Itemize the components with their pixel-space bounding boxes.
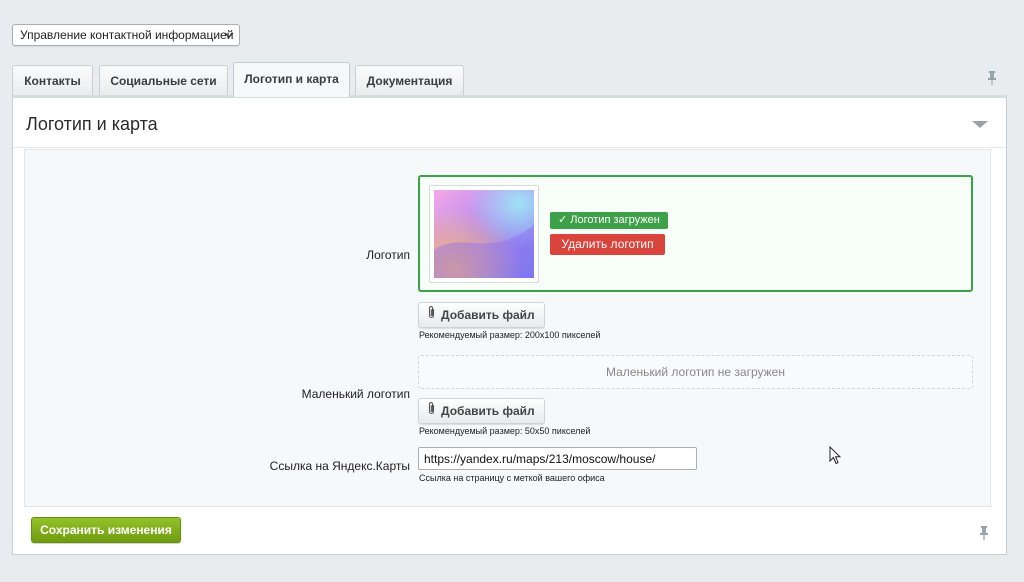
save-changes-button[interactable]: Сохранить изменения	[31, 517, 181, 543]
contact-info-select-value: Управление контактной информацией	[20, 28, 234, 42]
small-logo-empty-box: Маленький логотип не загружен	[418, 355, 973, 389]
pin-icon[interactable]	[979, 526, 989, 540]
tab-logo-map-label: Логотип и карта	[244, 72, 339, 86]
tab-social-label: Социальные сети	[110, 74, 217, 88]
logo-preview-box: ✓ Логотип загружен Удалить логотип	[418, 175, 973, 292]
mouse-cursor-icon	[829, 445, 842, 470]
logo-map-panel: Логотип и карта Логотип ✓ Логотип загруж…	[12, 95, 1007, 555]
add-logo-file-label: Добавить файл	[441, 308, 535, 322]
contact-info-select[interactable]: Управление контактной информацией	[12, 24, 240, 46]
delete-logo-button[interactable]: Удалить логотип	[550, 234, 665, 255]
map-link-label: Ссылка на Яндекс.Карты	[269, 459, 410, 473]
tab-documentation[interactable]: Документация	[355, 65, 464, 96]
small-logo-label: Маленький логотип	[301, 387, 410, 401]
logo-label: Логотип	[366, 248, 410, 262]
logo-size-hint: Рекомендуемый размер: 200x100 пикселей	[419, 330, 601, 340]
form-content: Логотип ✓ Логотип загружен Удалить логот…	[24, 149, 991, 507]
chevron-down-icon	[224, 25, 234, 52]
tab-contacts[interactable]: Контакты	[12, 65, 93, 96]
small-logo-size-hint: Рекомендуемый размер: 50x50 пикселей	[419, 426, 591, 436]
add-small-logo-file-label: Добавить файл	[441, 404, 535, 418]
logo-uploaded-badge: ✓ Логотип загружен	[550, 212, 668, 229]
pin-icon[interactable]	[987, 71, 997, 85]
map-link-hint: Ссылка на страницу с меткой вашего офиса	[419, 473, 605, 483]
tab-logo-map[interactable]: Логотип и карта	[233, 62, 350, 97]
paperclip-icon	[427, 399, 436, 423]
logo-thumbnail	[429, 185, 539, 283]
collapse-triangle-icon[interactable]	[972, 121, 988, 128]
tab-documentation-label: Документация	[366, 74, 453, 88]
add-logo-file-button[interactable]: Добавить файл	[418, 302, 545, 328]
panel-title: Логотип и карта	[26, 114, 158, 134]
map-link-input[interactable]	[418, 447, 697, 470]
tab-contacts-label: Контакты	[24, 74, 81, 88]
paperclip-icon	[427, 303, 436, 327]
tab-social[interactable]: Социальные сети	[99, 65, 228, 96]
divider	[13, 147, 1006, 148]
add-small-logo-file-button[interactable]: Добавить файл	[418, 398, 545, 424]
